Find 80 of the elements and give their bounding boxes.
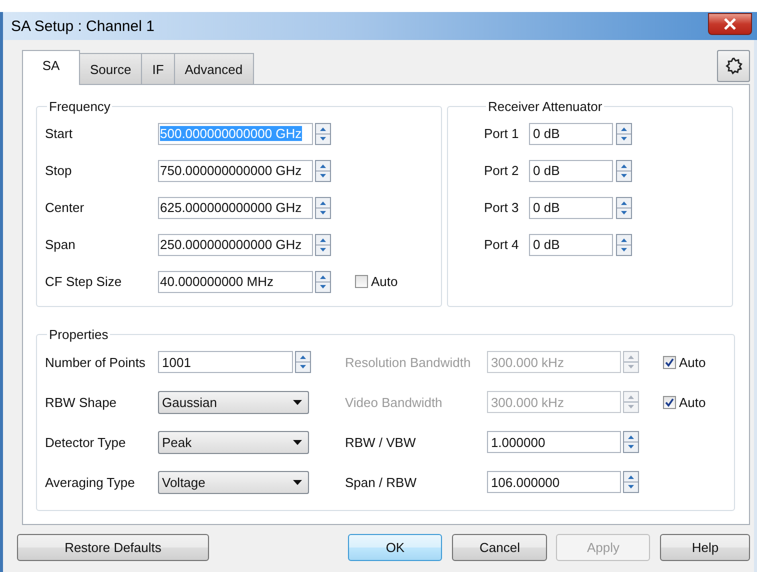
port-label: Port 2 xyxy=(484,163,520,178)
dialog-button[interactable]: OK xyxy=(348,534,442,560)
spin-buttons[interactable] xyxy=(315,122,331,144)
spin-buttons[interactable] xyxy=(616,234,632,256)
field-label: Resolution Bandwidth xyxy=(344,354,472,370)
tab[interactable]: Source xyxy=(79,53,142,84)
tab[interactable]: IF xyxy=(141,53,175,84)
field-label: RBW Shape xyxy=(45,394,118,410)
field-label: Averaging Type xyxy=(45,474,136,490)
spin-buttons[interactable] xyxy=(622,471,639,493)
settings-icon xyxy=(724,57,742,75)
dropdown[interactable]: Gaussian xyxy=(158,390,309,414)
close-icon xyxy=(723,18,737,30)
input-field[interactable]: 750.000000000000 GHz xyxy=(158,160,313,182)
input-field[interactable]: 1001 xyxy=(158,351,293,373)
field-label: Video Bandwidth xyxy=(344,394,444,410)
dialog-button[interactable]: Cancel xyxy=(452,534,547,560)
input-field[interactable]: 40.000000000 MHz xyxy=(158,270,313,292)
input-field[interactable]: 250.000000000000 GHz xyxy=(158,234,313,256)
field-value: 106.000000 xyxy=(490,474,560,490)
dialog-button[interactable]: Restore Defaults xyxy=(17,534,209,560)
dropdown[interactable]: Peak xyxy=(158,430,309,454)
input-field[interactable]: 0 dB xyxy=(529,196,613,218)
checkbox-label: Auto xyxy=(678,354,706,370)
field-label: Span / RBW xyxy=(344,474,418,490)
field-label: RBW / VBW xyxy=(344,434,417,450)
checkbox[interactable] xyxy=(355,275,368,288)
tab[interactable]: Advanced xyxy=(174,53,254,84)
window-title: SA Setup : Channel 1 xyxy=(10,18,154,34)
group-title: Properties xyxy=(48,327,110,342)
input-field[interactable]: 0 dB xyxy=(529,160,613,182)
spin-buttons[interactable] xyxy=(622,431,639,453)
caret-icon xyxy=(293,440,302,444)
dialog-button[interactable]: Help xyxy=(660,534,750,560)
port-label: Port 4 xyxy=(484,237,520,252)
group-title: Receiver Attenuator xyxy=(487,99,604,114)
spin-buttons[interactable] xyxy=(295,351,311,373)
port-label: Port 1 xyxy=(484,126,520,141)
spin-buttons[interactable] xyxy=(616,122,632,144)
input-field[interactable]: 1.000000 xyxy=(486,431,621,453)
field-value: 40.000000000 MHz xyxy=(160,274,274,289)
field-value: 0 dB xyxy=(533,126,560,141)
group-title: Frequency xyxy=(48,99,112,114)
dropdown[interactable]: Voltage xyxy=(158,470,309,494)
field-value: 1.000000 xyxy=(490,434,546,450)
close-button[interactable] xyxy=(708,13,752,35)
caret-icon xyxy=(293,480,302,484)
spin-buttons[interactable] xyxy=(315,270,331,292)
field-label: Center xyxy=(45,200,86,215)
field-label: Number of Points xyxy=(45,354,146,370)
field-label: Stop xyxy=(45,163,73,178)
field-value: 750.000000000000 GHz xyxy=(160,163,302,178)
spin-buttons[interactable] xyxy=(315,196,331,218)
field-value: 0 dB xyxy=(533,163,560,178)
spin-buttons[interactable] xyxy=(616,196,632,218)
spin-buttons[interactable] xyxy=(315,234,331,256)
field-label: CF Step Size xyxy=(45,274,123,289)
tab[interactable]: SA xyxy=(22,50,80,85)
field-value: 250.000000000000 GHz xyxy=(160,237,302,252)
field-value: 0 dB xyxy=(533,200,560,215)
settings-button[interactable] xyxy=(717,50,750,82)
field-label: Start xyxy=(45,126,74,141)
field-value: 300.000 kHz xyxy=(490,354,564,370)
field-label: Span xyxy=(45,237,76,252)
input-field[interactable]: 0 dB xyxy=(529,122,613,144)
input-field[interactable]: 625.000000000000 GHz xyxy=(158,196,313,218)
field-value: 0 dB xyxy=(533,237,560,252)
field-label: Detector Type xyxy=(45,434,127,450)
field-value: 300.000 kHz xyxy=(490,394,564,410)
field-value: 625.000000000000 GHz xyxy=(160,200,302,215)
checkbox-label: Auto xyxy=(371,274,398,289)
caret-icon xyxy=(293,400,302,404)
checkbox-label: Auto xyxy=(678,394,706,410)
input-field[interactable]: 0 dB xyxy=(529,234,613,256)
port-label: Port 3 xyxy=(484,200,520,215)
field-value: 500.000000000000 GHz xyxy=(160,126,302,141)
input-field[interactable]: 106.000000 xyxy=(486,471,621,493)
spin-buttons[interactable] xyxy=(315,160,331,182)
field-value: 1001 xyxy=(162,354,191,370)
spin-buttons[interactable] xyxy=(616,160,632,182)
